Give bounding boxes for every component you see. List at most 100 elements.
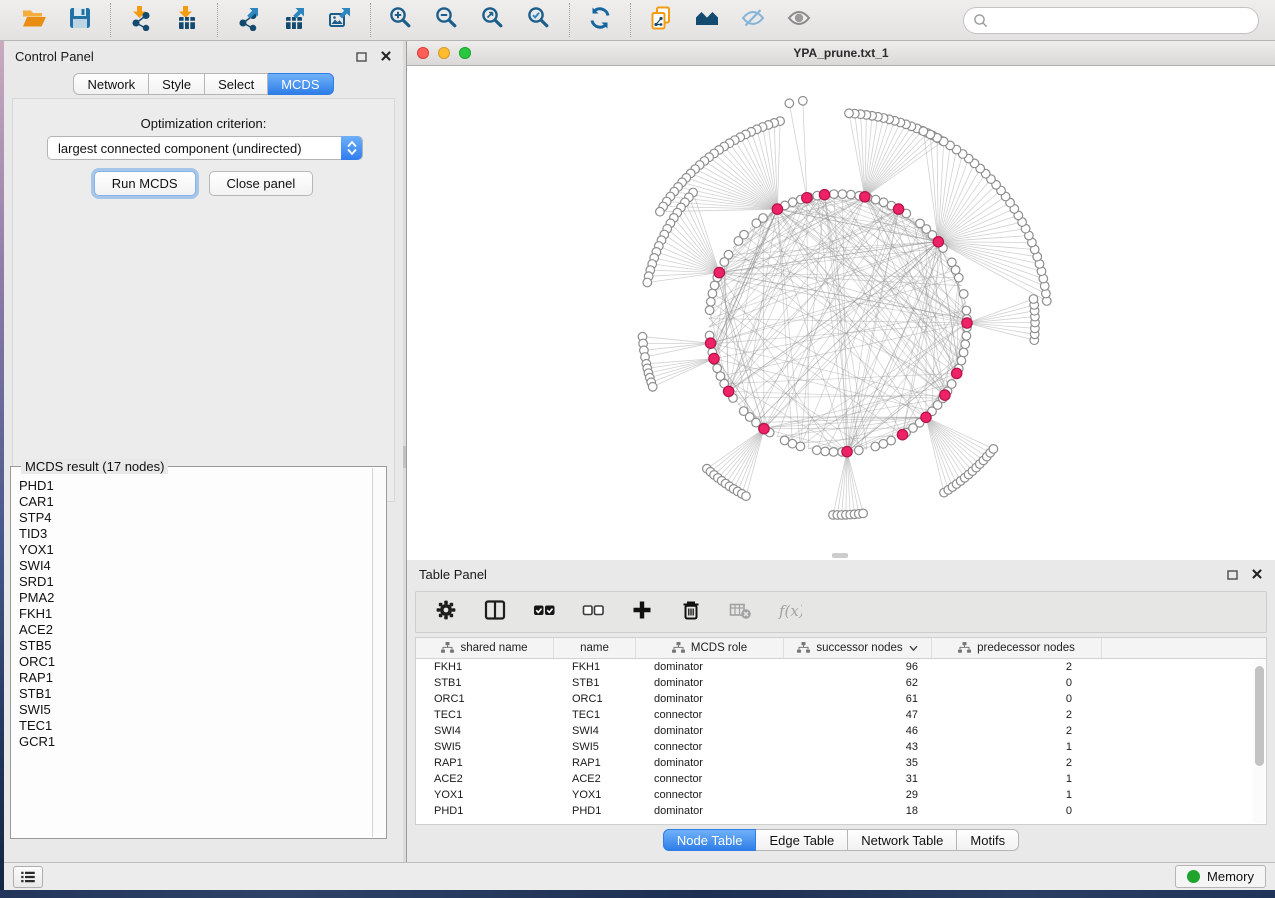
graph-node[interactable] [796,442,805,451]
graph-node[interactable] [957,356,966,365]
cell-mcds_role[interactable]: dominator [636,675,784,691]
cell-name[interactable]: RAP1 [554,755,636,771]
window-close-icon[interactable] [417,47,429,59]
tab-mcds[interactable]: MCDS [268,73,333,95]
graph-node[interactable] [887,436,896,445]
graph-node[interactable] [821,447,830,456]
cell-successor_nodes[interactable]: 46 [784,723,932,739]
cell-name[interactable]: FKH1 [554,659,636,675]
cell-predecessor_nodes[interactable]: 2 [932,755,1102,771]
graph-edge[interactable] [710,429,764,472]
add-column-button[interactable] [627,597,657,627]
graph-node[interactable] [845,109,854,118]
graph-node[interactable] [734,237,743,246]
graph-node[interactable] [742,492,751,501]
show-all-button[interactable] [784,5,814,35]
graph-mcds-hub-node[interactable] [723,386,733,396]
cell-predecessor_nodes[interactable]: 0 [932,675,1102,691]
mcds-result-item[interactable]: ACE2 [12,622,371,638]
cell-shared_name[interactable]: ACE2 [416,771,554,787]
graph-mcds-hub-node[interactable] [714,267,724,277]
graph-edge[interactable] [926,417,972,471]
task-history-button[interactable] [13,866,43,888]
graph-edge[interactable] [722,429,764,481]
graph-edge[interactable] [967,299,1034,323]
column-header-shared-name[interactable]: shared name [416,638,554,658]
mcds-result-item[interactable]: SWI5 [12,702,371,718]
canvas-hscroll-thumb[interactable] [832,553,848,558]
window-maximize-icon[interactable] [459,47,471,59]
graph-edge[interactable] [967,305,1034,323]
cell-predecessor_nodes[interactable]: 2 [932,707,1102,723]
column-header-MCDS-role[interactable]: MCDS role [636,638,784,658]
tab-motifs[interactable]: Motifs [957,829,1019,851]
graph-edge[interactable] [789,103,807,198]
run-mcds-button[interactable]: Run MCDS [94,171,196,196]
graph-node[interactable] [720,258,729,267]
graph-mcds-hub-node[interactable] [893,204,903,214]
cell-predecessor_nodes[interactable]: 0 [932,803,1102,819]
cell-shared_name[interactable]: TEC1 [416,707,554,723]
cell-shared_name[interactable]: ORC1 [416,691,554,707]
graph-node[interactable] [648,383,657,392]
graph-node[interactable] [710,281,719,290]
cell-predecessor_nodes[interactable]: 2 [932,659,1102,675]
refresh-view-button[interactable] [585,5,615,35]
cell-successor_nodes[interactable]: 47 [784,707,932,723]
mcds-result-item[interactable]: STB5 [12,638,371,654]
graph-node[interactable] [961,340,970,349]
cell-name[interactable]: ACE2 [554,771,636,787]
mcds-result-item[interactable]: PHD1 [12,478,371,494]
graph-edge[interactable] [967,323,1035,324]
cell-successor_nodes[interactable]: 96 [784,659,932,675]
graph-edge[interactable] [967,311,1035,323]
optimization-criterion-dropdown[interactable]: largest connected component (undirected) [47,136,363,160]
cell-successor_nodes[interactable]: 18 [784,803,932,819]
graph-node[interactable] [962,332,971,341]
graph-edge[interactable] [865,131,922,197]
graph-node[interactable] [959,290,968,299]
graph-edge[interactable] [926,417,969,474]
graph-node[interactable] [829,448,838,457]
tab-network-table[interactable]: Network Table [848,829,957,851]
graph-mcds-hub-node[interactable] [952,368,962,378]
cell-predecessor_nodes[interactable]: 1 [932,739,1102,755]
deselect-all-button[interactable] [578,597,608,627]
export-image-button[interactable] [325,5,355,35]
graph-mcds-hub-node[interactable] [759,424,769,434]
graph-edge[interactable] [644,343,711,350]
graph-edge[interactable] [938,185,996,242]
cell-mcds_role[interactable]: connector [636,787,784,803]
cell-shared_name[interactable]: SWI4 [416,723,554,739]
cell-mcds_role[interactable]: connector [636,707,784,723]
cell-successor_nodes[interactable]: 29 [784,787,932,803]
graph-mcds-hub-node[interactable] [842,447,852,457]
graph-edge[interactable] [865,138,938,197]
graph-node[interactable] [705,306,714,315]
column-header-predecessor-nodes[interactable]: predecessor nodes [932,638,1102,658]
graph-node[interactable] [919,127,928,136]
table-vscrollbar[interactable] [1253,660,1265,823]
tab-network[interactable]: Network [73,73,149,95]
show-columns-button[interactable] [480,597,510,627]
cell-shared_name[interactable]: YOX1 [416,787,554,803]
graph-edge[interactable] [833,452,847,515]
graph-mcds-hub-node[interactable] [819,190,829,200]
select-all-button[interactable] [529,597,559,627]
search-box[interactable] [963,7,1259,34]
cell-successor_nodes[interactable]: 35 [784,755,932,771]
graph-node[interactable] [989,445,998,454]
graph-mcds-hub-node[interactable] [802,193,812,203]
float-panel-icon[interactable] [355,50,368,63]
window-minimize-icon[interactable] [438,47,450,59]
graph-edge[interactable] [938,215,1018,241]
save-session-button[interactable] [65,5,95,35]
graph-edge[interactable] [764,428,913,429]
cell-shared_name[interactable]: STB1 [416,675,554,691]
cell-mcds_role[interactable]: connector [636,739,784,755]
graph-node[interactable] [916,219,925,228]
graph-edge[interactable] [967,323,1035,334]
cell-name[interactable]: YOX1 [554,787,636,803]
graph-node[interactable] [959,348,968,357]
import-table-button[interactable] [172,5,202,35]
